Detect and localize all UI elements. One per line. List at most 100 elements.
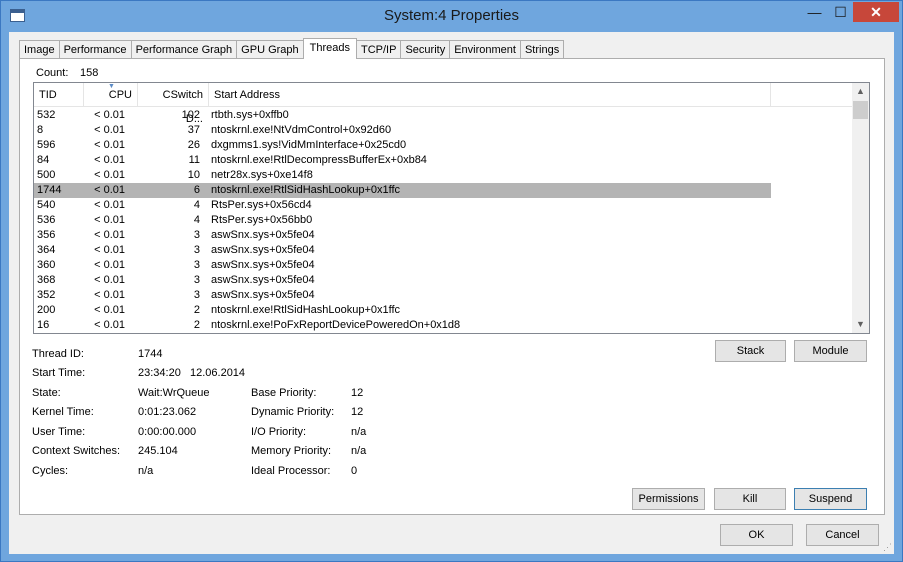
close-button[interactable]: ✕: [853, 2, 899, 22]
thread-tid-cell: 84: [37, 154, 50, 166]
stack-button[interactable]: Stack: [715, 340, 786, 362]
thread-id-label: Thread ID:: [32, 348, 84, 360]
column-header-start-address[interactable]: Start Address: [209, 83, 771, 107]
context-switches-label: Context Switches:: [32, 445, 121, 457]
memory-priority-label: Memory Priority:: [251, 445, 332, 457]
thread-cswitch-cell: 26: [187, 139, 200, 151]
thread-row[interactable]: 364 < 0.01 3 aswSnx.sys+0x5fe04: [34, 243, 852, 258]
thread-start-address-cell: ntoskrnl.exe!RtlDecompressBufferEx+0xb84: [211, 154, 427, 166]
thread-cpu-cell: < 0.01: [94, 109, 125, 121]
user-time-value: 0:00:00.000: [138, 426, 197, 438]
thread-cswitch-cell: 2: [193, 319, 200, 331]
thread-count-label: Count:: [36, 67, 69, 79]
threads-vertical-scrollbar[interactable]: ▲ ▼: [852, 83, 869, 333]
tab-security[interactable]: Security: [400, 40, 451, 59]
tab-gpu-graph[interactable]: GPU Graph: [236, 40, 304, 59]
thread-cswitch-cell: 6: [193, 184, 200, 196]
thread-cswitch-cell: 37: [187, 124, 200, 136]
thread-tid-cell: 596: [37, 139, 56, 151]
column-header-cpu[interactable]: ▼ CPU: [84, 83, 138, 107]
thread-cswitch-cell: 3: [193, 244, 200, 256]
thread-row[interactable]: 200 < 0.01 2 ntoskrnl.exe!RtlSidHashLookup+…: [34, 303, 852, 318]
thread-cpu-cell: < 0.01: [94, 274, 125, 286]
thread-cswitch-cell: 4: [193, 199, 200, 211]
maximize-button[interactable]: ☐: [828, 2, 853, 22]
scroll-thumb[interactable]: [853, 101, 868, 119]
thread-cswitch-cell: 11: [188, 154, 200, 166]
thread-tid-cell: 540: [37, 199, 56, 211]
thread-cpu-cell: < 0.01: [94, 304, 125, 316]
io-priority-label: I/O Priority:: [251, 426, 307, 438]
tab-performance[interactable]: Performance: [58, 40, 132, 59]
thread-cpu-cell: < 0.01: [94, 229, 125, 241]
thread-row[interactable]: 500 < 0.01 10 netr28x.sys+0xe14f8: [34, 168, 852, 183]
tab-threads[interactable]: Threads: [302, 38, 357, 59]
tab-image[interactable]: Image: [19, 40, 60, 59]
memory-priority-value: n/a: [351, 445, 367, 457]
scroll-up-arrow-icon[interactable]: ▲: [852, 83, 869, 100]
thread-cpu-cell: < 0.01: [94, 319, 125, 331]
thread-cswitch-cell: 3: [193, 259, 200, 271]
permissions-button[interactable]: Permissions: [632, 488, 705, 510]
resize-grip-icon[interactable]: ⋰: [882, 542, 892, 552]
threads-list[interactable]: TID ▼ CPU CSwitch D... Start Address 532…: [33, 82, 870, 334]
thread-cpu-cell: < 0.01: [94, 139, 125, 151]
thread-row[interactable]: 356 < 0.01 3 aswSnx.sys+0x5fe04: [34, 228, 852, 243]
thread-row[interactable]: 360 < 0.01 3 aswSnx.sys+0x5fe04: [34, 258, 852, 273]
threads-list-rows: 532 < 0.01 102 rtbth.sys+0xffb0 8 < 0.01 37 nto…: [34, 108, 852, 333]
state-value: Wait:WrQueue: [138, 387, 210, 399]
thread-row[interactable]: 368 < 0.01 3 aswSnx.sys+0x5fe04: [34, 273, 852, 288]
user-time-label: User Time:: [32, 426, 86, 438]
thread-row[interactable]: 8 < 0.01 37 ntoskrnl.exe!NtVdmControl+0x92d…: [34, 123, 852, 138]
thread-row[interactable]: 352 < 0.01 3 aswSnx.sys+0x5fe04: [34, 288, 852, 303]
thread-row[interactable]: 596 < 0.01 26 dxgmms1.sys!VidMmInterface+0x…: [34, 138, 852, 153]
thread-row[interactable]: 16 < 0.01 2 ntoskrnl.exe!PoFxReportDevicePo…: [34, 318, 852, 333]
thread-row[interactable]: 536 < 0.01 4 RtsPer.sys+0x56bb0: [34, 213, 852, 228]
title-bar[interactable]: System:4 Properties — ☐ ✕: [1, 1, 902, 32]
thread-tid-cell: 16: [37, 319, 50, 331]
tab-performance-graph[interactable]: Performance Graph: [130, 40, 238, 59]
thread-cswitch-cell: 3: [193, 289, 200, 301]
column-header-tid[interactable]: TID: [34, 83, 84, 107]
thread-start-address-cell: ntoskrnl.exe!RtlSidHashLookup+0x1ffc: [211, 184, 401, 196]
thread-tid-cell: 360: [37, 259, 56, 271]
tab-tcp-ip[interactable]: TCP/IP: [356, 40, 402, 59]
thread-tid-cell: 532: [37, 109, 56, 121]
thread-start-address-cell: RtsPer.sys+0x56bb0: [211, 214, 313, 226]
suspend-button[interactable]: Suspend: [794, 488, 867, 510]
start-time-value: 23:34:20 12.06.2014: [138, 367, 246, 379]
kernel-time-label: Kernel Time:: [32, 406, 94, 418]
thread-cswitch-cell: 3: [193, 274, 200, 286]
thread-tid-cell: 1744: [37, 184, 62, 196]
tab-strings[interactable]: Strings: [519, 40, 565, 59]
thread-row[interactable]: 532 < 0.01 102 rtbth.sys+0xffb0: [34, 108, 852, 123]
thread-row[interactable]: 84 < 0.01 11 ntoskrnl.exe!RtlDecompressBuff…: [34, 153, 852, 168]
thread-tid-cell: 536: [37, 214, 56, 226]
thread-tid-cell: 200: [37, 304, 56, 316]
thread-start-address-cell: aswSnx.sys+0x5fe04: [211, 244, 315, 256]
thread-cpu-cell: < 0.01: [94, 169, 125, 181]
context-switches-value: 245.104: [138, 445, 178, 457]
base-priority-label: Base Priority:: [251, 387, 317, 399]
minimize-button[interactable]: —: [801, 2, 828, 22]
kill-button[interactable]: Kill: [714, 488, 786, 510]
scroll-down-arrow-icon[interactable]: ▼: [852, 316, 869, 333]
thread-start-address-cell: dxgmms1.sys!VidMmInterface+0x25cd0: [211, 139, 407, 151]
thread-tid-cell: 368: [37, 274, 56, 286]
thread-row[interactable]: 540 < 0.01 4 RtsPer.sys+0x56cd4: [34, 198, 852, 213]
thread-cpu-cell: < 0.01: [94, 214, 125, 226]
thread-cpu-cell: < 0.01: [94, 154, 125, 166]
thread-start-address-cell: netr28x.sys+0xe14f8: [211, 169, 313, 181]
module-button[interactable]: Module: [794, 340, 867, 362]
thread-cpu-cell: < 0.01: [94, 184, 125, 196]
thread-cswitch-cell: 3: [193, 229, 200, 241]
thread-row[interactable]: 1744 < 0.01 6 ntoskrnl.exe!RtlSidHashLookup…: [34, 183, 771, 198]
thread-start-address-cell: aswSnx.sys+0x5fe04: [211, 259, 315, 271]
tab-environment[interactable]: Environment: [449, 40, 521, 59]
column-header-cswitch-delta[interactable]: CSwitch D...: [138, 83, 209, 125]
cancel-button[interactable]: Cancel: [806, 524, 879, 546]
thread-cpu-cell: < 0.01: [94, 289, 125, 301]
ok-button[interactable]: OK: [720, 524, 793, 546]
thread-cpu-cell: < 0.01: [94, 124, 125, 136]
thread-start-address-cell: rtbth.sys+0xffb0: [211, 109, 289, 121]
